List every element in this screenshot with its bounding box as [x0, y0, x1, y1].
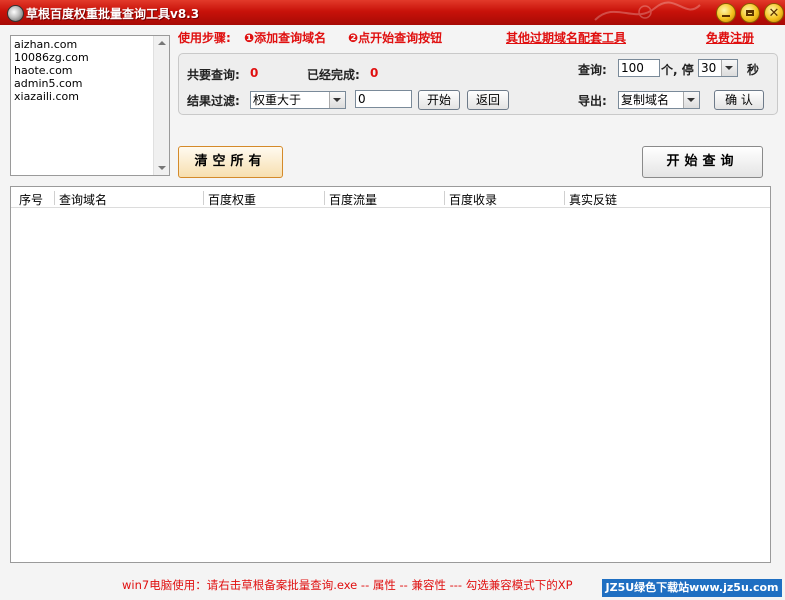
pause-seconds-value: 30	[701, 61, 717, 75]
domain-items: aizhan.com 10086zg.com haote.com admin5.com…	[11, 36, 169, 103]
total-label: 共要查询:	[187, 68, 240, 82]
export-mode-value: 复制域名	[621, 93, 670, 107]
domain-input-list[interactable]: aizhan.com 10086zg.com haote.com admin5.com…	[10, 35, 170, 176]
close-icon: ✕	[768, 5, 780, 21]
column-divider[interactable]	[54, 191, 55, 205]
domain-list-scrollbar[interactable]	[153, 36, 169, 175]
query-count-input[interactable]: 100	[618, 59, 660, 77]
swirl-decoration-icon	[594, 1, 701, 21]
column-header-weight[interactable]: 百度权重	[208, 191, 256, 208]
export-confirm-button[interactable]: 确 认	[714, 90, 764, 110]
app-window: 草根百度权重批量查询工具v8.3 ✕ aizhan.com 10086zg.com…	[0, 0, 785, 600]
total-value: 0	[250, 66, 259, 80]
register-link[interactable]: 免费注册	[706, 29, 754, 46]
export-mode-select[interactable]: 复制域名	[618, 91, 700, 109]
query-label: 查询:	[578, 63, 607, 77]
domain-list-item[interactable]: haote.com	[11, 64, 169, 77]
column-header-indexed[interactable]: 百度收录	[449, 191, 497, 208]
watermark-badge: JZ5U绿色下载站www.jz5u.com	[602, 579, 782, 597]
step-2: ❷点开始查询按钮	[348, 31, 443, 45]
expired-tools-link[interactable]: 其他过期域名配套工具	[506, 29, 626, 46]
column-header-index[interactable]: 序号	[19, 191, 43, 208]
filter-back-button[interactable]: 返回	[467, 90, 509, 110]
maximize-button[interactable]	[740, 3, 760, 23]
pause-seconds-select[interactable]: 30	[698, 59, 738, 77]
pause-unit: 秒	[747, 63, 760, 77]
done-label: 已经完成:	[307, 68, 360, 82]
column-divider[interactable]	[564, 191, 565, 205]
scroll-down-icon[interactable]	[158, 166, 166, 170]
clear-all-button[interactable]: 清空所有	[178, 146, 283, 178]
domain-list-item[interactable]: 10086zg.com	[11, 51, 169, 64]
results-table[interactable]: 序号 查询域名 百度权重 百度流量 百度收录 真实反链	[10, 186, 771, 563]
filter-label: 结果过滤:	[187, 94, 240, 108]
filter-threshold-input[interactable]: 0	[355, 90, 412, 108]
domain-list-item[interactable]: xiazaili.com	[11, 90, 169, 103]
start-query-button[interactable]: 开始查询	[642, 146, 763, 178]
minimize-button[interactable]	[716, 3, 736, 23]
domain-list-item[interactable]: admin5.com	[11, 77, 169, 90]
window-title: 草根百度权重批量查询工具v8.3	[26, 7, 200, 21]
close-button[interactable]: ✕	[764, 3, 784, 23]
steps-label: 使用步骤:	[178, 31, 231, 45]
column-header-traffic[interactable]: 百度流量	[329, 191, 377, 208]
column-header-backlinks[interactable]: 真实反链	[569, 191, 617, 208]
chevron-down-icon[interactable]	[329, 92, 345, 108]
compatibility-note: win7电脑使用：请右击草根备案批量查询.exe -- 属性 -- 兼容性 --…	[122, 578, 573, 592]
filter-condition-select[interactable]: 权重大于	[250, 91, 346, 109]
export-label: 导出:	[578, 94, 607, 108]
chevron-down-icon[interactable]	[721, 60, 737, 76]
scroll-up-icon[interactable]	[158, 41, 166, 45]
app-logo-icon	[7, 5, 24, 22]
usage-steps: 使用步骤: ❶添加查询域名 ❷点开始查询按钮 其他过期域名配套工具 免费注册	[178, 29, 768, 47]
column-header-domain[interactable]: 查询域名	[59, 191, 107, 208]
domain-list-item[interactable]: aizhan.com	[11, 38, 169, 51]
title-bar[interactable]: 草根百度权重批量查询工具v8.3 ✕	[0, 0, 785, 25]
settings-panel: 共要查询: 0 已经完成: 0 结果过滤: 权重大于 0 开始 返回 查询: 1…	[178, 53, 778, 115]
column-divider[interactable]	[203, 191, 204, 205]
maximize-icon	[746, 10, 754, 16]
column-divider[interactable]	[444, 191, 445, 205]
filter-start-button[interactable]: 开始	[418, 90, 460, 110]
query-count-unit: 个, 停	[661, 63, 694, 77]
column-divider[interactable]	[324, 191, 325, 205]
minimize-icon	[722, 14, 730, 17]
done-value: 0	[370, 66, 379, 80]
chevron-down-icon[interactable]	[683, 92, 699, 108]
step-1: ❶添加查询域名	[244, 31, 327, 45]
table-header: 序号 查询域名 百度权重 百度流量 百度收录 真实反链	[11, 189, 770, 208]
filter-condition-value: 权重大于	[253, 93, 302, 107]
